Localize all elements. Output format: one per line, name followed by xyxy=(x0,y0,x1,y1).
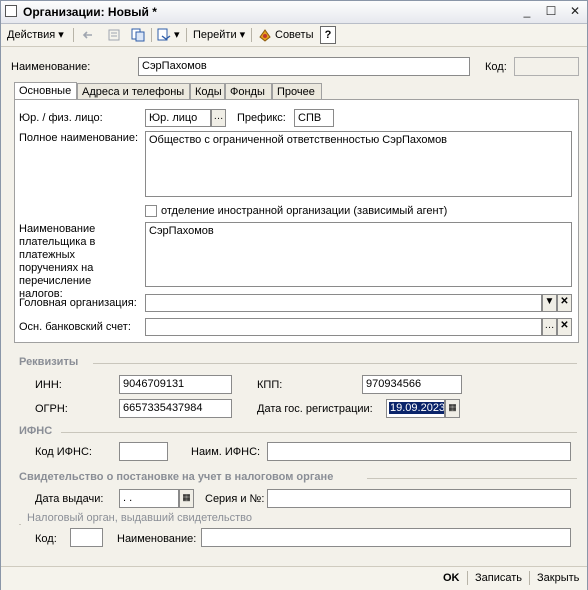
minimize-button[interactable]: _ xyxy=(519,4,535,19)
toolbar-divider xyxy=(251,28,252,42)
ogrn-input[interactable]: 6657335437984 xyxy=(119,399,232,418)
maximize-button[interactable]: ☐ xyxy=(543,4,559,19)
bank-account-select-button[interactable]: … xyxy=(542,318,557,336)
ifns-name-label: Наим. ИФНС: xyxy=(191,446,261,458)
regdate-label: Дата гос. регистрации: xyxy=(257,403,373,415)
bottom-bar: OK Записать Закрыть xyxy=(1,566,587,590)
document-icon xyxy=(5,5,17,17)
structure-icon[interactable] xyxy=(106,27,122,43)
name-label: Наименование: xyxy=(11,61,91,73)
authority-code-label: Код: xyxy=(35,533,57,545)
head-org-label: Головная организация: xyxy=(19,297,137,309)
name-input[interactable]: СэрПахомов xyxy=(138,57,470,76)
window-title: Организации: Новый * xyxy=(23,5,157,19)
divider xyxy=(19,524,21,525)
tips-button[interactable]: Советы xyxy=(275,27,313,43)
toolbar-divider xyxy=(467,571,468,585)
kpp-label: КПП: xyxy=(257,379,283,391)
toolbar: Действия ▾ ▾ Перейти ▾ Советы ? xyxy=(1,24,587,47)
chevron-down-icon[interactable]: ▼ xyxy=(542,294,557,312)
payer-name-label: Наименование плательщика в платежных пор… xyxy=(19,223,96,300)
legal-type-label: Юр. / физ. лицо: xyxy=(19,112,103,124)
ifns-code-input[interactable] xyxy=(119,442,168,461)
tab-funds[interactable]: Фонды xyxy=(225,83,272,99)
full-name-label: Полное наименование: xyxy=(19,132,139,144)
toolbar-divider xyxy=(73,28,74,42)
goto-menu-label: Перейти xyxy=(193,29,237,41)
inn-label: ИНН: xyxy=(35,379,62,391)
ifns-name-input[interactable] xyxy=(267,442,571,461)
close-window-button[interactable]: ✕ xyxy=(567,4,583,19)
ogrn-label: ОГРН: xyxy=(35,403,68,415)
tips-icon xyxy=(259,29,271,42)
calendar-icon[interactable]: ▦ xyxy=(179,489,194,508)
payer-name-textarea[interactable]: СэрПахомов xyxy=(145,222,572,287)
main-tab-panel: Юр. / физ. лицо: Юр. лицо … Префикс: СПВ… xyxy=(14,99,579,343)
tab-other[interactable]: Прочее xyxy=(272,83,322,99)
ok-button[interactable]: OK xyxy=(443,570,460,586)
bank-account-label: Осн. банковский счет: xyxy=(19,321,131,333)
help-button[interactable]: ? xyxy=(320,26,336,44)
goto-menu[interactable]: Перейти ▾ xyxy=(193,27,245,43)
tab-codes[interactable]: Коды xyxy=(190,83,225,99)
save-button[interactable]: Записать xyxy=(475,570,522,586)
toolbar-divider xyxy=(186,28,187,42)
actions-menu-label: Действия xyxy=(7,29,56,41)
clear-icon[interactable]: ✕ xyxy=(557,318,572,336)
issue-date-input[interactable]: . . xyxy=(119,489,179,508)
divider xyxy=(367,478,577,479)
legal-type-input[interactable]: Юр. лицо xyxy=(145,109,211,127)
prefix-label: Префикс: xyxy=(237,112,286,124)
certificate-heading: Свидетельство о постановке на учет в нал… xyxy=(19,471,334,483)
tab-main[interactable]: Основные xyxy=(14,82,77,100)
regdate-input[interactable]: 19.09.2023 xyxy=(386,399,445,418)
tab-addresses[interactable]: Адреса и телефоны xyxy=(77,83,190,99)
authority-code-input[interactable] xyxy=(70,528,103,547)
full-name-textarea[interactable]: Общество с ограниченной ответственностью… xyxy=(145,131,572,197)
ifns-heading: ИФНС xyxy=(19,425,53,437)
authority-subheading: Налоговый орган, выдавший свидетельство xyxy=(27,512,253,524)
inn-input[interactable]: 9046709131 xyxy=(119,375,232,394)
toolbar-divider xyxy=(529,571,530,585)
divider xyxy=(93,363,577,364)
exchange-icon[interactable] xyxy=(156,27,172,43)
series-label: Серия и №: xyxy=(205,493,265,505)
window: Организации: Новый * _ ☐ ✕ Действия ▾ ▾ … xyxy=(0,0,588,590)
toolbar-divider xyxy=(151,28,152,42)
ifns-code-label: Код ИФНС: xyxy=(35,446,92,458)
kpp-input[interactable]: 970934566 xyxy=(362,375,462,394)
legal-type-select-button[interactable]: … xyxy=(211,109,226,127)
back-arrow-icon[interactable] xyxy=(80,27,96,43)
divider xyxy=(61,432,577,433)
requisites-heading: Реквизиты xyxy=(19,356,79,368)
clear-icon[interactable]: ✕ xyxy=(557,294,572,312)
issue-date-label: Дата выдачи: xyxy=(35,493,104,505)
close-button[interactable]: Закрыть xyxy=(537,570,579,586)
prefix-input[interactable]: СПВ xyxy=(294,109,334,127)
head-org-input[interactable] xyxy=(145,294,542,312)
foreign-branch-checkbox[interactable] xyxy=(145,205,157,217)
exchange-dropdown-icon[interactable]: ▾ xyxy=(174,27,180,43)
calendar-icon[interactable]: ▦ xyxy=(445,399,460,418)
copy-doc-icon[interactable] xyxy=(130,27,146,43)
code-input[interactable] xyxy=(514,57,579,76)
actions-menu[interactable]: Действия ▾ xyxy=(7,27,64,43)
authority-name-input[interactable] xyxy=(201,528,571,547)
regdate-value: 19.09.2023 xyxy=(389,402,445,414)
bank-account-input[interactable] xyxy=(145,318,542,336)
title-bar: Организации: Новый * _ ☐ ✕ xyxy=(1,1,587,24)
authority-name-label: Наименование: xyxy=(117,533,197,545)
series-input[interactable] xyxy=(267,489,571,508)
code-label: Код: xyxy=(485,61,507,73)
foreign-branch-label: отделение иностранной организации (завис… xyxy=(161,205,448,217)
